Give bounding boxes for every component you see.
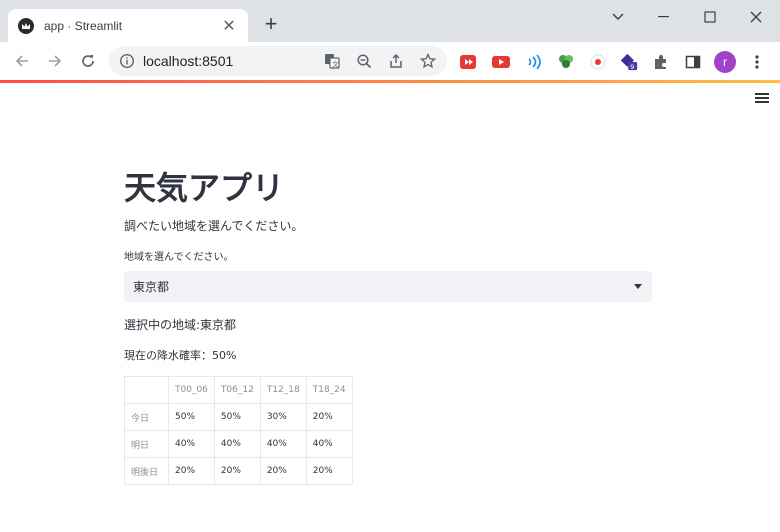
- table-cell: 20%: [305, 457, 353, 485]
- back-icon[interactable]: [11, 50, 33, 72]
- table-corner-header: [124, 376, 169, 404]
- table-cell: 20%: [168, 457, 215, 485]
- record-icon[interactable]: [589, 53, 607, 71]
- column-header[interactable]: T18_24: [305, 376, 353, 404]
- svg-text:文: 文: [332, 60, 339, 69]
- tab-search-icon[interactable]: [595, 4, 641, 30]
- translate-icon[interactable]: 文: [324, 53, 340, 69]
- streamlit-logo-icon: [18, 17, 34, 34]
- address-bar[interactable]: localhost:8501 文: [109, 46, 447, 76]
- row-label: 今日: [124, 403, 169, 431]
- wave-icon[interactable]: [525, 53, 543, 71]
- hamburger-menu-icon[interactable]: [755, 93, 769, 105]
- table-cell: 40%: [168, 430, 215, 458]
- youtube-icon[interactable]: [492, 53, 510, 71]
- minimize-icon[interactable]: [641, 4, 687, 30]
- table-row: 明後日 20% 20% 20% 20%: [124, 457, 353, 485]
- zoom-out-icon[interactable]: [356, 53, 372, 69]
- column-header[interactable]: T12_18: [259, 376, 307, 404]
- puzzle-icon[interactable]: [652, 53, 670, 71]
- table-header-row: T00_06 T06_12 T12_18 T18_24: [124, 376, 353, 404]
- maximize-icon[interactable]: [687, 4, 733, 30]
- row-label: 明日: [124, 430, 169, 458]
- extension-badge-count: 9: [630, 63, 634, 71]
- region-select[interactable]: 東京都: [124, 271, 652, 302]
- region-select-label: 地域を選んでください。: [124, 252, 234, 263]
- more-vert-icon[interactable]: [748, 53, 766, 71]
- tab-title: app · Streamlit: [44, 18, 123, 33]
- clover-icon[interactable]: [557, 53, 575, 71]
- current-rain-probability: 現在の降水確率：50%: [124, 349, 237, 362]
- table-cell: 20%: [213, 457, 261, 485]
- reload-icon[interactable]: [77, 50, 99, 72]
- browser-toolbar: localhost:8501 文 9 r: [0, 42, 780, 80]
- window-close-icon[interactable]: [733, 4, 779, 30]
- browser-titlebar: app · Streamlit ✕ +: [0, 0, 780, 42]
- selected-area-text: 選択中の地域:東京都: [124, 318, 237, 332]
- page-title: 天気アプリ: [124, 169, 285, 207]
- streamlit-header-decoration: [0, 80, 780, 83]
- table-cell: 40%: [213, 430, 261, 458]
- avatar[interactable]: r: [714, 51, 736, 73]
- region-select-value: 東京都: [133, 280, 170, 294]
- info-icon[interactable]: [119, 53, 135, 69]
- close-icon[interactable]: ✕: [220, 16, 238, 35]
- table-cell: 50%: [213, 403, 261, 431]
- table-row: 今日 50% 50% 30% 20%: [124, 403, 353, 431]
- forward-icon[interactable]: [44, 50, 66, 72]
- table-cell: 20%: [259, 457, 307, 485]
- column-header[interactable]: T06_12: [213, 376, 261, 404]
- star-icon[interactable]: [420, 53, 436, 69]
- app-description: 調べたい地域を選んでください。: [124, 219, 304, 233]
- table-cell: 40%: [305, 430, 353, 458]
- table-row: 明日 40% 40% 40% 40%: [124, 430, 353, 458]
- extension-badge-icon[interactable]: 9: [620, 53, 638, 71]
- side-panel-icon[interactable]: [684, 53, 702, 71]
- row-label: 明後日: [124, 457, 169, 485]
- table-cell: 20%: [305, 403, 353, 431]
- rain-probability-table: T00_06 T06_12 T12_18 T18_24 今日 50% 50% 3…: [124, 376, 353, 485]
- table-cell: 30%: [259, 403, 307, 431]
- share-icon[interactable]: [388, 53, 404, 69]
- table-cell: 50%: [168, 403, 215, 431]
- browser-tab[interactable]: app · Streamlit ✕: [8, 9, 248, 42]
- table-cell: 40%: [259, 430, 307, 458]
- extension-red-icon[interactable]: [459, 53, 477, 71]
- url-text: localhost:8501: [143, 53, 234, 69]
- plus-icon[interactable]: +: [258, 12, 284, 38]
- column-header[interactable]: T00_06: [168, 376, 215, 404]
- caret-down-icon: [634, 284, 642, 289]
